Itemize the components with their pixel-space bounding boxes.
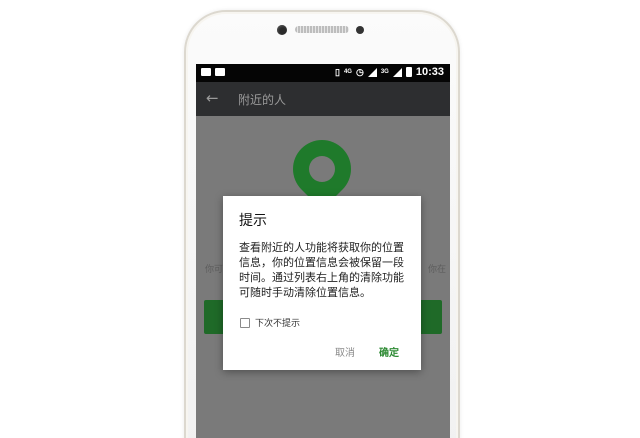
network-type: 4G — [343, 69, 352, 75]
notification-icons — [201, 68, 225, 76]
status-icons: ▯ 4G ◷ 3G 10:33 — [335, 66, 444, 78]
signal-icon — [367, 67, 377, 77]
status-bar: ▯ 4G ◷ 3G 10:33 — [196, 64, 450, 82]
permission-dialog: 提示 查看附近的人功能将获取你的位置信息，你的位置信息会被保留一段时间。通过列表… — [223, 196, 421, 370]
vibrate-icon: ▯ — [335, 67, 340, 77]
proximity-sensor — [356, 26, 364, 34]
background-text-right: 你在 — [428, 265, 447, 275]
background-text-left: 你可 — [205, 265, 224, 275]
chat-notification-icon — [201, 68, 211, 76]
battery-icon — [405, 67, 412, 77]
image-notification-icon — [215, 68, 225, 76]
cancel-button[interactable]: 取消 — [335, 344, 355, 359]
dialog-title: 提示 — [239, 213, 267, 229]
confirm-button[interactable]: 确定 — [379, 344, 399, 359]
page-title: 附近的人 — [238, 93, 287, 107]
dont-remind-checkbox[interactable] — [240, 317, 250, 328]
location-pin-hole — [309, 156, 335, 182]
status-time: 10:33 — [415, 66, 444, 78]
front-camera — [277, 25, 287, 35]
dialog-message: 查看附近的人功能将获取你的位置信息，你的位置信息会被保留一段时间。通过列表右上角… — [239, 241, 404, 299]
back-arrow-icon[interactable]: ← — [206, 89, 219, 107]
title-bar: ← 附近的人 — [196, 82, 450, 116]
network-type-2: 3G — [380, 69, 389, 75]
earpiece-speaker — [295, 26, 349, 33]
dont-remind-label: 下次不提示 — [255, 319, 301, 329]
dont-remind-row[interactable]: 下次不提示 — [240, 316, 300, 329]
signal-icon-2 — [392, 67, 402, 77]
alarm-icon: ◷ — [355, 67, 364, 77]
